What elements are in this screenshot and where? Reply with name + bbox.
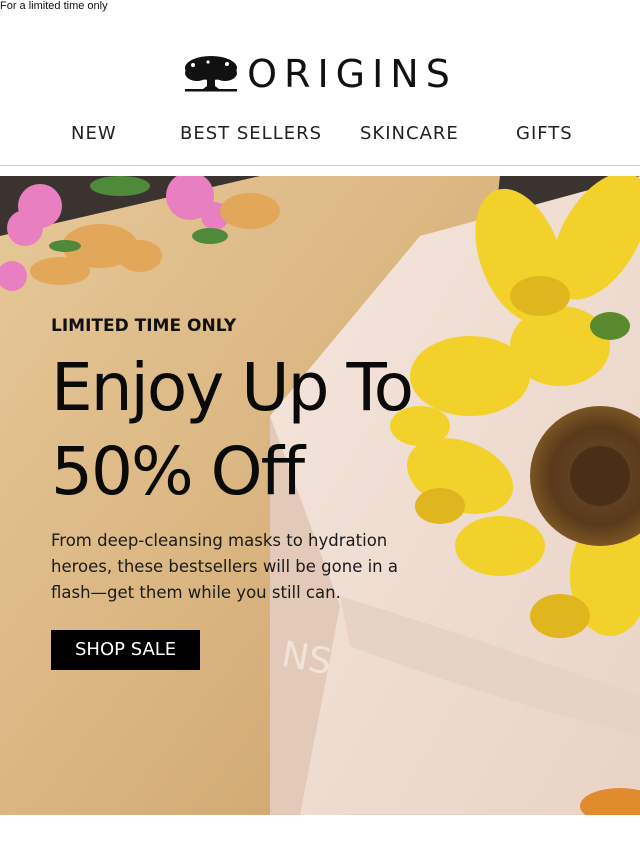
nav-divider [0, 165, 640, 166]
brand-logo[interactable]: ORIGINS [183, 52, 457, 96]
main-nav: NEW BEST SELLERS SKINCARE GIFTS [0, 120, 640, 148]
nav-item-gifts[interactable]: GIFTS [516, 120, 573, 148]
hero-headline: Enjoy Up To 50% Off [51, 346, 471, 514]
hero-copy: LIMITED TIME ONLY Enjoy Up To 50% Off Fr… [51, 314, 471, 670]
hero-banner[interactable]: NS LIMITED TIME ONLY Enjoy Up To 50% Off… [0, 176, 640, 815]
brand-wordmark: ORIGINS [247, 52, 457, 96]
hero-headline-line-1: Enjoy Up To [51, 349, 414, 426]
preheader-text: For a limited time only [0, 0, 108, 12]
shop-sale-button[interactable]: SHOP SALE [51, 630, 201, 670]
tree-logo-icon [185, 56, 238, 92]
nav-item-skincare[interactable]: SKINCARE [360, 120, 459, 148]
hero-eyebrow: LIMITED TIME ONLY [51, 316, 237, 336]
hero-body-text: From deep-cleansing masks to hydration h… [51, 531, 398, 602]
hero-headline-line-2: 50% Off [51, 433, 305, 510]
nav-item-new[interactable]: NEW [71, 120, 117, 148]
brand-header: ORIGINS [0, 52, 640, 96]
nav-item-best-sellers[interactable]: BEST SELLERS [180, 120, 322, 148]
